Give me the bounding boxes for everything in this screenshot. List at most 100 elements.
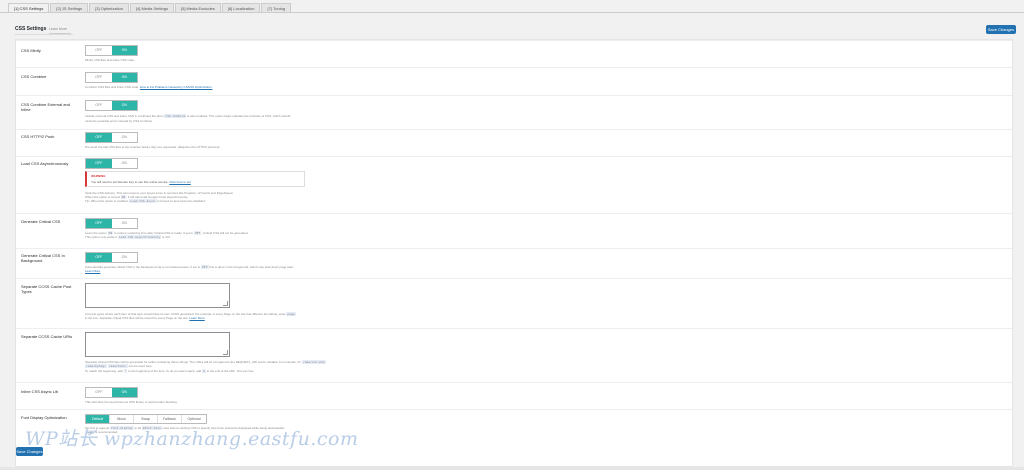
load-css-async-toggle[interactable]: OFF ON bbox=[85, 158, 138, 169]
toggle-on[interactable]: ON bbox=[111, 388, 137, 397]
watermark-text: WP站长 wpzhanzhang.eastfu.com bbox=[25, 428, 359, 450]
row-label: CSS Minify bbox=[21, 48, 41, 53]
desc-text: is ON. bbox=[162, 235, 171, 239]
code-tag: page bbox=[286, 312, 296, 316]
row-css-combine: CSS Combine OFF ON Combine CSS files and… bbox=[16, 67, 1012, 95]
generate-ccss-bg-toggle[interactable]: OFF ON bbox=[85, 252, 138, 263]
row-desc: Pre-send internal CSS files to the brows… bbox=[85, 145, 220, 149]
desc-text: in the box. Separate critical CSS files … bbox=[85, 316, 189, 320]
font-display-fallback[interactable]: Fallback bbox=[158, 415, 182, 423]
row-css-minify: CSS Minify OFF ON Minify CSS files and i… bbox=[16, 40, 1012, 67]
code-tag: /aaa/test/ bbox=[107, 364, 128, 368]
row-label: Load CSS Asynchronously bbox=[21, 161, 69, 166]
font-display-optional[interactable]: Optional bbox=[182, 415, 206, 423]
desc-text: Include external CSS and inline CSS in c… bbox=[85, 114, 164, 118]
row-desc: This will inline the asynchronous CSS li… bbox=[85, 400, 178, 404]
row-css-combine-external: CSS Combine External and Inline OFF ON I… bbox=[16, 95, 1012, 129]
font-display-swap[interactable]: Swap bbox=[134, 415, 158, 423]
header-divider bbox=[14, 34, 73, 35]
learn-more-link[interactable]: Learn More bbox=[189, 316, 204, 320]
toggle-off[interactable]: OFF bbox=[86, 159, 112, 168]
row-ccss-post-types: Separate CCSS Cache Post Types List post… bbox=[16, 278, 1012, 328]
desc-text: can be used here. bbox=[128, 364, 153, 368]
code-tag: CSS Combine bbox=[164, 114, 187, 118]
page-title: CSS Settings bbox=[15, 26, 47, 32]
row-label: CSS HTTP/2 Push bbox=[21, 134, 55, 139]
css-combine-external-toggle[interactable]: OFF ON bbox=[85, 100, 138, 111]
learn-more-link[interactable]: Learn More bbox=[85, 269, 100, 273]
css-combine-toggle[interactable]: OFF ON bbox=[85, 72, 138, 83]
ccss-uris-textarea[interactable] bbox=[85, 332, 230, 357]
css-http2-toggle[interactable]: OFF ON bbox=[85, 132, 138, 143]
row-desc-2: This option only works if Load CSS Async… bbox=[85, 235, 171, 239]
toggle-on[interactable]: ON bbox=[111, 101, 137, 110]
row-generate-ccss-bg: Generate Critical CSS In Background OFF … bbox=[16, 248, 1012, 278]
font-display-selector: Default Block Swap Fallback Optional bbox=[85, 414, 207, 424]
desc-text: To match the beginning, add bbox=[85, 369, 123, 373]
desc-text: Tip: When this option is enabled, bbox=[85, 199, 129, 203]
notice-title: WARNING bbox=[91, 174, 106, 178]
row-label: CSS Combine bbox=[21, 74, 47, 79]
toggle-off[interactable]: OFF bbox=[86, 388, 112, 397]
toggle-on[interactable]: ON bbox=[111, 219, 137, 228]
toggle-off[interactable]: OFF bbox=[86, 133, 112, 142]
row-desc: Minify CSS files and inline CSS code. bbox=[85, 58, 135, 62]
code-tag: OFF bbox=[201, 265, 209, 269]
row-label: Inline CSS Async Lib bbox=[21, 389, 59, 394]
row-label: Font Display Optimization bbox=[21, 415, 67, 420]
row-inline-css-async-lib: Inline CSS Async Lib OFF ON This will in… bbox=[16, 382, 1012, 409]
css-minify-toggle[interactable]: OFF ON bbox=[85, 45, 138, 56]
code-tag: ^ bbox=[123, 369, 128, 373]
row-desc-2: /aaa/mytag/ /aaa/test/ can be used here. bbox=[85, 364, 153, 368]
learn-more-link[interactable]: Learn More bbox=[49, 27, 71, 34]
row-desc-2: in the box. Separate critical CSS files … bbox=[85, 316, 205, 320]
toggle-off[interactable]: OFF bbox=[86, 219, 112, 228]
tab-divider bbox=[0, 12, 1024, 13]
code-tag: /aaa/mytag/ bbox=[85, 364, 107, 368]
toggle-off[interactable]: OFF bbox=[86, 73, 112, 82]
desc-text: This option only works if bbox=[85, 235, 118, 239]
row-desc-2: Learn More bbox=[85, 269, 100, 273]
toggle-on[interactable]: ON bbox=[111, 133, 137, 142]
desc-text: , Critical CSS will not be generated. bbox=[201, 231, 249, 235]
row-label: Separate CCSS Cache URIs bbox=[21, 334, 73, 339]
toggle-on[interactable]: ON bbox=[111, 253, 137, 262]
fix-problems-link[interactable]: How to Fix Problems Caused by CSS/JS Opt… bbox=[140, 85, 213, 89]
toggle-off[interactable]: OFF bbox=[86, 253, 112, 262]
row-load-css-async: Load CSS Asynchronously OFF ON WARNING Y… bbox=[16, 156, 1012, 213]
row-desc: Automatically generate critical CSS in t… bbox=[85, 265, 294, 269]
warning-notice: WARNING You will need to set Domain Key … bbox=[85, 171, 305, 187]
code-tag: /aaa/xxx.php bbox=[301, 360, 326, 364]
toggle-on[interactable]: ON bbox=[111, 46, 137, 55]
row-css-http2-push: CSS HTTP/2 Push OFF ON Pre-send internal… bbox=[16, 129, 1012, 156]
desc-text: is forced on and cannot be disabled. bbox=[157, 199, 206, 203]
inline-css-async-lib-toggle[interactable]: OFF ON bbox=[85, 387, 138, 398]
save-changes-button-bottom[interactable]: Save Changes bbox=[16, 447, 43, 456]
settings-panel: CSS Minify OFF ON Minify CSS files and i… bbox=[15, 39, 1013, 467]
save-changes-button-top[interactable]: Save Changes bbox=[986, 25, 1016, 34]
toggle-on[interactable]: ON bbox=[111, 73, 137, 82]
desc-text: to the end of the URL. One per line. bbox=[206, 369, 255, 373]
ccss-post-types-textarea[interactable] bbox=[85, 283, 230, 308]
set-domain-key-link[interactable]: Click here to set bbox=[169, 180, 191, 184]
font-display-block[interactable]: Block bbox=[110, 415, 134, 423]
row-label: CSS Combine External and Inline bbox=[21, 102, 70, 112]
toggle-off[interactable]: OFF bbox=[86, 101, 112, 110]
row-desc: Include external CSS and inline CSS in c… bbox=[85, 114, 290, 118]
row-ccss-uris: Separate CCSS Cache URIs Separate critic… bbox=[16, 328, 1012, 382]
toggle-off[interactable]: OFF bbox=[86, 46, 112, 55]
desc-text: to the beginning of the item. To do an e… bbox=[128, 369, 202, 373]
toggle-on[interactable]: ON bbox=[111, 159, 137, 168]
font-display-default[interactable]: Default bbox=[86, 415, 110, 423]
row-desc-2: minimize potential errors caused by CSS … bbox=[85, 119, 153, 123]
row-label: Generate Critical CSS In Background bbox=[21, 253, 65, 263]
row-generate-ccss: Generate Critical CSS OFF ON Learn the o… bbox=[16, 213, 1012, 248]
desc-text: is also enabled. This option helps maint… bbox=[187, 114, 291, 118]
notice-text: You will need to set Domain Key to use t… bbox=[91, 180, 169, 184]
row-label: Generate Critical CSS bbox=[21, 219, 61, 224]
generate-ccss-toggle[interactable]: OFF ON bbox=[85, 218, 138, 229]
notice-body: You will need to set Domain Key to use t… bbox=[91, 180, 191, 184]
desc-text: this is done in the foreground, which ma… bbox=[209, 265, 294, 269]
code-tag: Load CSS Asynchronously bbox=[117, 235, 162, 239]
desc-text: Automatically generate critical CSS in t… bbox=[85, 265, 201, 269]
